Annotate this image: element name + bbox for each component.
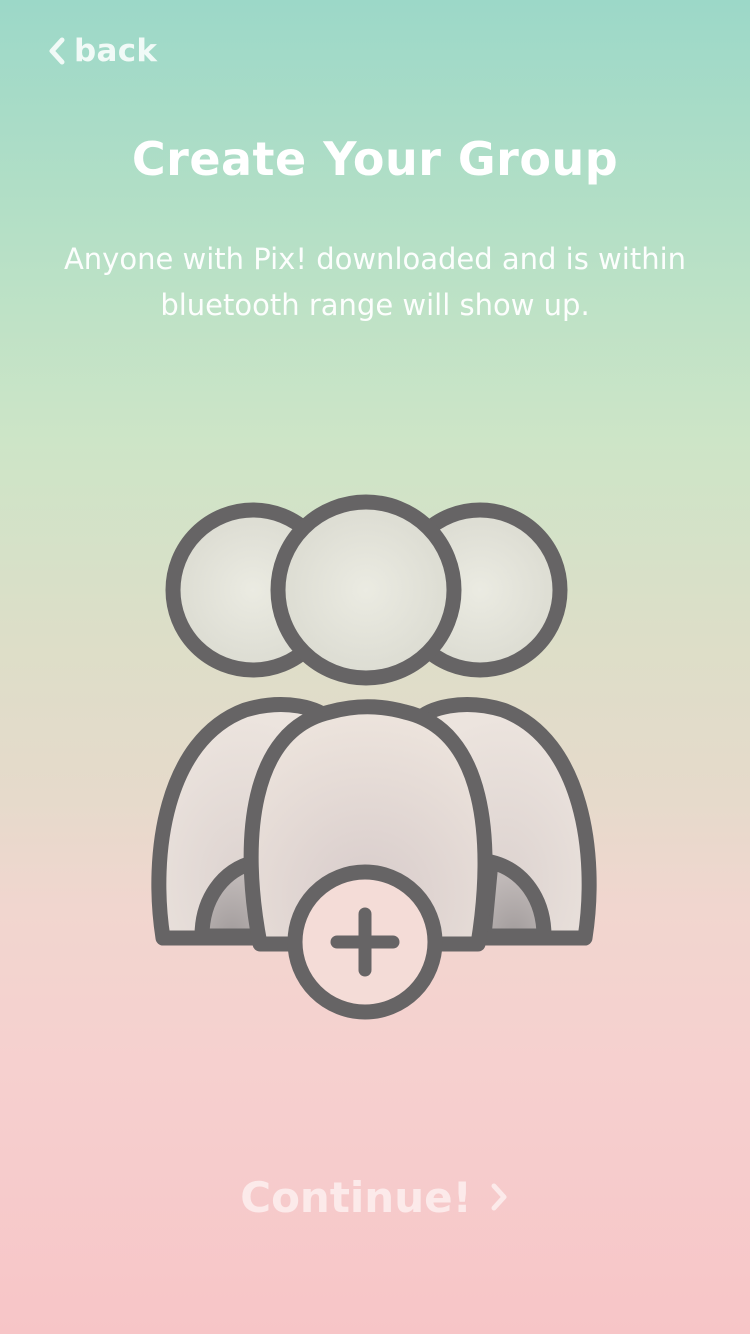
continue-label: Continue!	[240, 1172, 472, 1222]
add-group-icon	[151, 494, 597, 1020]
back-label: back	[74, 33, 158, 69]
back-button[interactable]: back	[46, 28, 157, 74]
chevron-right-icon	[491, 1183, 507, 1211]
continue-button[interactable]: Continue!	[0, 1162, 750, 1232]
page-subtitle: Anyone with Pix! downloaded and is withi…	[63, 242, 687, 322]
page-title: Create Your Group	[131, 132, 619, 186]
center-head	[270, 494, 462, 686]
chevron-left-icon	[49, 37, 65, 65]
